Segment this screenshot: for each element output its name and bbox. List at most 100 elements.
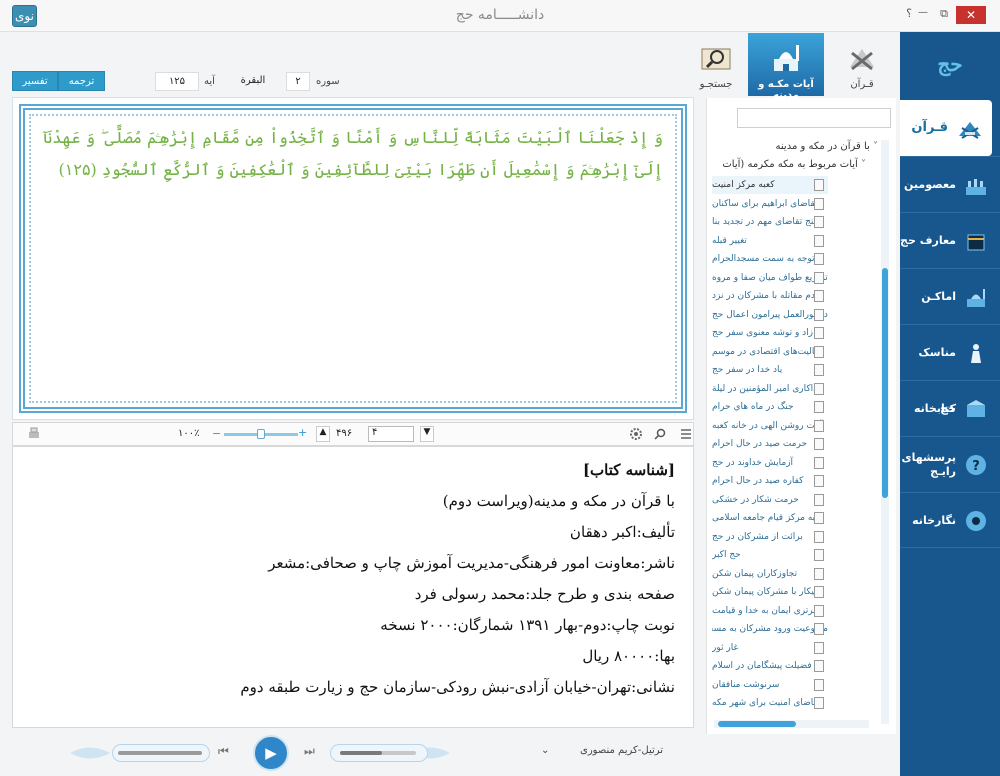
tree-item[interactable]: توجه به سمت مسجدالحرام: [712, 250, 828, 268]
tree-item[interactable]: تقاضای امنیت برای شهر مکه: [712, 694, 828, 712]
tree-item[interactable]: فداکاری امیر المؤمنین در لیلة: [712, 380, 828, 398]
tree-item[interactable]: تشریع طواف میان صفا و مروه: [712, 269, 828, 287]
nav-item-faq[interactable]: پرسشهای رایـج ?: [900, 436, 1000, 492]
doc-line: بها:۸۰۰۰۰ ریال: [582, 647, 675, 665]
tree-item[interactable]: یاد خدا در سفر حج: [712, 361, 828, 379]
list-icon[interactable]: [679, 427, 693, 441]
document-icon: [814, 198, 824, 210]
zoom-slider-thumb[interactable]: [257, 429, 265, 439]
tree-item[interactable]: پنج تقاضای مهم در تجدید بنا: [712, 213, 828, 231]
tree-item[interactable]: دستورالعمل پیرامون اعمال حج: [712, 306, 828, 324]
tree-item[interactable]: برائت از مشرکان در حج: [712, 528, 828, 546]
doc-line: تألیف:اکبر دهقان: [569, 523, 675, 541]
tree-item[interactable]: سرنوشت منافقان: [712, 676, 828, 694]
print-icon[interactable]: [27, 427, 41, 441]
chevron-down-icon[interactable]: ⌄: [541, 745, 549, 756]
tab-search[interactable]: جستجـو: [684, 33, 748, 96]
page-input[interactable]: ۴: [368, 426, 414, 442]
tab-quran[interactable]: قـرآن: [824, 33, 900, 96]
tree-item[interactable]: ممنوعیت ورود مشرکان به مسجد: [712, 620, 828, 638]
tree-vertical-scrollbar[interactable]: [881, 140, 889, 724]
tree-item[interactable]: آزمایش خداوند در حج: [712, 454, 828, 472]
scrollbar-thumb[interactable]: [718, 721, 796, 727]
expand-toggle-icon[interactable]: ˅: [858, 159, 866, 170]
tree-horizontal-scrollbar[interactable]: [714, 720, 869, 728]
scrollbar-thumb[interactable]: [882, 268, 888, 498]
tree-item[interactable]: پیکار با مشرکان پیمان شکن: [712, 583, 828, 601]
gallery-icon: [966, 511, 986, 531]
document-icon: [814, 438, 824, 450]
document-icon: [814, 253, 824, 265]
reciter-select[interactable]: ترتیل-کریم منصوری: [580, 745, 663, 756]
mosque-icon: [967, 289, 985, 307]
play-button[interactable]: ▶: [253, 735, 289, 771]
page-down-button[interactable]: ▼: [420, 426, 434, 442]
tree-root[interactable]: ˅ با قرآن در مکه و مدینه: [708, 138, 878, 156]
zoom-out-button[interactable]: −: [212, 427, 221, 440]
ayah-number-field[interactable]: ۱۲۵: [155, 72, 199, 91]
tree-item[interactable]: تجاوزکاران پیمان شکن: [712, 565, 828, 583]
page-total: ۴۹۶: [336, 428, 353, 439]
zoom-in-button[interactable]: +: [298, 426, 307, 439]
seek-track[interactable]: [118, 751, 202, 755]
nav-item-gallery[interactable]: نگارخانه: [900, 492, 1000, 548]
nav-item-quran[interactable]: قـرآن: [900, 100, 992, 156]
gear-icon[interactable]: [629, 427, 643, 441]
document-icon: [814, 623, 824, 635]
document-icon: [814, 494, 824, 506]
document-icon: [814, 327, 824, 339]
ayah-label: آیه: [204, 76, 215, 87]
next-icon[interactable]: ⏭: [304, 744, 315, 759]
tree-group[interactable]: ˅ آیات مربوط به مکه مکرمه (آیات: [708, 156, 878, 174]
tree-item[interactable]: غار ثور: [712, 639, 828, 657]
document-icon: [814, 346, 824, 358]
document-icon: [814, 549, 824, 561]
tree-item[interactable]: حرمت شکار در خشکی: [712, 491, 828, 509]
nav-item-masoumin[interactable]: معصومین: [900, 156, 1000, 212]
mosque-tab-icon: [774, 45, 799, 71]
tab-mecca-medina-verses[interactable]: آیات مکـه و مدینه: [748, 33, 824, 101]
tree-item[interactable]: تغییر قبله: [712, 232, 828, 250]
document-icon: [814, 290, 824, 302]
nav-item-hajj-rituals[interactable]: مناسک حج: [900, 324, 1000, 415]
document-icon: [814, 642, 824, 654]
nav-item-hajj-knowledge[interactable]: معارف حج: [900, 212, 1000, 268]
tree-item[interactable]: کعبه مرکز قیام جامعه اسلامی: [712, 509, 828, 527]
expand-toggle-icon[interactable]: ˅: [870, 141, 878, 152]
translation-button[interactable]: ترجمه: [58, 71, 105, 91]
document-icon: [814, 179, 824, 191]
close-button[interactable]: ✕: [956, 6, 986, 24]
tree-item[interactable]: کعبه مرکز امنیت: [712, 176, 828, 194]
document-icon: [814, 235, 824, 247]
tree-item[interactable]: عدم مقاتله با مشرکان در نزد: [712, 287, 828, 305]
document-icon: [814, 475, 824, 487]
tree-item[interactable]: جنگ در ماه هاي حرام: [712, 398, 828, 416]
nav-item-label: کتابخانه: [913, 402, 956, 415]
search-icon[interactable]: [653, 427, 667, 441]
previous-icon[interactable]: ⏮: [218, 744, 229, 759]
verse-text: وَ إِذْ جَعَلْنَا ٱلْبَيْتَ مَثَابَةً لِ…: [43, 128, 663, 179]
tree-item[interactable]: آیات روشن الهی در خانه کعبه: [712, 417, 828, 435]
verse-panel: وَ إِذْ جَعَلْنَا ٱلْبَيْتَ مَثَابَةً لِ…: [12, 97, 694, 420]
tree-item[interactable]: برتری ایمان به خدا و قیامت: [712, 602, 828, 620]
document-toolbar: [12, 422, 694, 446]
nav-item-places[interactable]: اماکـن: [900, 268, 1000, 324]
tree-item[interactable]: کفاره صید در حال احرام: [712, 472, 828, 490]
minimize-button[interactable]: —: [912, 7, 934, 25]
tab-label: جستجـو: [699, 79, 733, 90]
page-up-button[interactable]: ▲: [316, 426, 330, 442]
tree-search-input[interactable]: [737, 108, 891, 128]
tree-item[interactable]: حرمت صید در حال احرام: [712, 435, 828, 453]
tree-item[interactable]: فضیلت پیشگامان در اسلام: [712, 657, 828, 675]
nav-item-label: قـرآن: [911, 120, 948, 135]
doc-line: با قرآن در مکه و مدینه(ویراست دوم): [442, 492, 675, 510]
tree-item[interactable]: حج اکبر: [712, 546, 828, 564]
nav-item-library[interactable]: کتابخانه: [900, 380, 1000, 436]
surah-number-field[interactable]: ۲: [286, 72, 310, 91]
tafsir-button[interactable]: تفسیر: [12, 71, 58, 91]
tree-item[interactable]: تقاضای ابراهیم برای ساکنان: [712, 195, 828, 213]
nav-item-label: اماکـن: [921, 290, 956, 303]
tree-item[interactable]: زاد و توشه معنوی سفر حج: [712, 324, 828, 342]
restore-button[interactable]: ⧉: [933, 7, 955, 25]
tree-item[interactable]: فعالیت‌های اقتصادی در موسم: [712, 343, 828, 361]
